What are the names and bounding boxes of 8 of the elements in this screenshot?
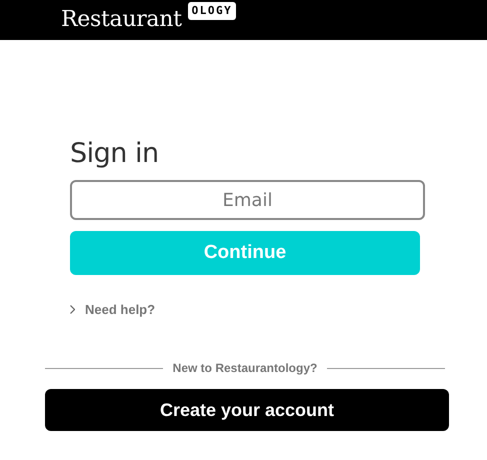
- logo-badge: OLOGY: [188, 2, 236, 20]
- create-account-button[interactable]: Create your account: [45, 389, 449, 431]
- signup-prompt: New to Restaurantology?: [172, 361, 318, 375]
- chevron-icon: [70, 305, 75, 314]
- page-title: Sign in: [70, 138, 160, 171]
- help-link[interactable]: Need help?: [85, 302, 156, 317]
- logo-text: Restaurant: [61, 8, 182, 32]
- email-field[interactable]: Email: [70, 180, 425, 220]
